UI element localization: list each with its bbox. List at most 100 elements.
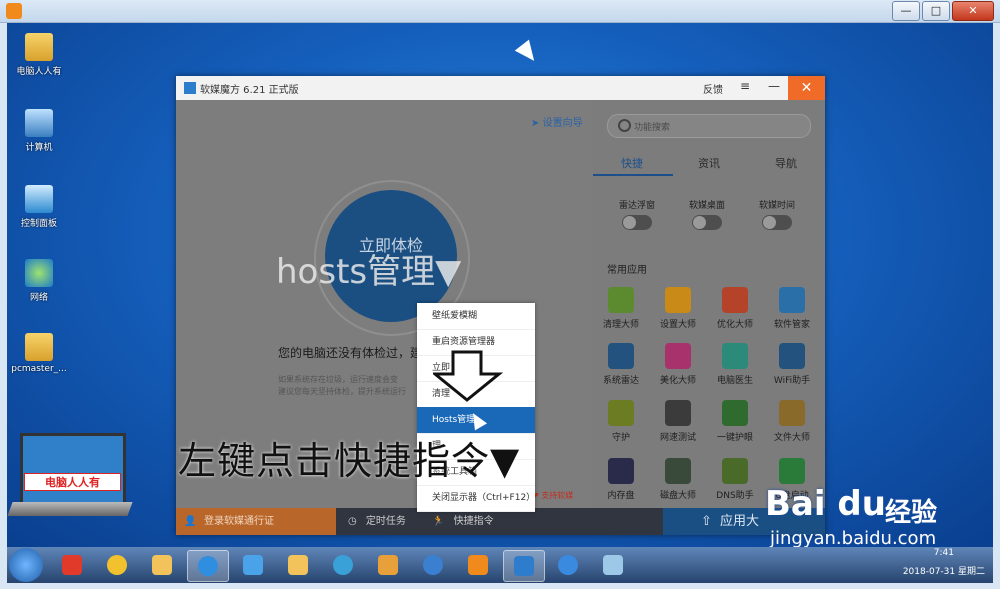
network-icon [25,259,53,287]
shield-icon [608,400,634,426]
eye-icon [722,400,748,426]
system-tray-clock[interactable]: 7:41 2018-07-31 星期二 [903,548,985,577]
magic-cube-icon [514,556,534,576]
app-eyecare[interactable]: 一键护眼 [707,400,763,443]
menu-item-turn-off-display[interactable]: 关闭显示器（Ctrl+F12） [417,485,535,512]
app-settings[interactable]: 设置大师 [650,287,706,330]
taskbar-item[interactable] [52,550,92,580]
wifi-icon [779,343,805,369]
player-icon [468,555,488,575]
ie-icon [558,555,578,575]
app-wifi[interactable]: WiFi助手 [764,343,820,386]
broom-icon [608,287,634,313]
desktop-icon-computer[interactable]: 计算机 [9,109,69,153]
clock-time: 7:41 [933,548,955,558]
laptop-logo: 电脑人人有 [7,433,133,521]
app-disk[interactable]: 磁盘大师 [650,458,706,501]
tab-underline [593,174,673,176]
toggle-label: 雷达浮窗 [618,201,655,211]
laptop-base [7,502,133,516]
taskbar-item[interactable] [97,550,137,580]
tab-quick[interactable]: 快捷 [621,155,643,171]
chip-icon [608,458,634,484]
app-label: 系统雷达 [602,376,639,386]
start-button[interactable] [9,548,43,582]
note-line: 建议您每天坚持体检，提升系统运行 [278,387,406,396]
minimize-button[interactable]: — [892,1,920,21]
folder-icon [152,555,172,575]
app-title: 软媒魔方 6.21 正式版 [200,85,299,96]
taskbar: 7:41 2018-07-31 星期二 [7,547,993,583]
taskbar-item[interactable] [548,550,588,580]
login-button[interactable]: 👤 登录软媒通行证 [176,508,336,535]
user-icon: 👤 [184,516,197,527]
tab-news[interactable]: 资讯 [698,155,720,171]
app-radar[interactable]: 系统雷达 [593,343,649,386]
mouse-cursor-icon [514,39,542,67]
gear-icon [665,287,691,313]
laptop-logo-text: 电脑人人有 [24,473,121,491]
taskbar-item[interactable] [458,550,498,580]
close-button[interactable]: ✕ [952,1,994,21]
disk-icon [665,458,691,484]
menu-icon[interactable]: ≡ [740,79,750,93]
app-speedtest[interactable]: 网速测试 [650,400,706,443]
laptop-screen [20,433,126,505]
app-label: 一键护眼 [716,433,753,443]
taskbar-item[interactable] [413,550,453,580]
app-dns[interactable]: DNS助手 [707,458,763,501]
right-panel: 功能搜索 快捷 资讯 导航 雷达浮窗 软媒桌面 软媒时间 常用应用 清理大师 设… [593,100,825,508]
desktop-icon-label: 控制面板 [20,219,57,229]
app-icon [198,556,218,576]
taskbar-item-active[interactable] [187,550,229,582]
taskbar-item[interactable] [278,550,318,580]
gauge-icon [665,400,691,426]
app-cleaner[interactable]: 清理大师 [593,287,649,330]
taskbar-item[interactable] [593,550,633,580]
timer-task-button[interactable]: ◷ 定时任务 [348,508,406,535]
section-title: 常用应用 [607,265,647,276]
app-label: 优化大师 [716,320,753,330]
maximize-button[interactable]: □ [922,1,950,21]
baidu-brand: Bai du [765,484,886,524]
player-app-icon [6,3,22,19]
app-optimizer[interactable]: 优化大师 [707,287,763,330]
app-ramdisk[interactable]: 内存盘 [593,458,649,501]
desktop-icon-control-panel[interactable]: 控制面板 [9,185,69,229]
app-close-button[interactable]: ✕ [788,76,825,100]
rocket-icon [722,287,748,313]
app-minimize-button[interactable]: — [768,79,780,93]
support-link[interactable]: ❤ 支持软媒 [532,490,573,501]
note-line: 如果系统存在垃圾，运行速度会变 [278,375,398,384]
taskbar-item[interactable] [142,550,182,580]
taskbar-item-active[interactable] [503,550,545,582]
search-input[interactable]: 功能搜索 [607,114,811,138]
feedback-link[interactable]: 反馈 [703,81,723,96]
taskbar-item[interactable] [323,550,363,580]
app-guard[interactable]: 守护 [593,400,649,443]
menu-item-wallpaper[interactable]: 壁纸爱模糊 [417,303,535,330]
desktop-toggle[interactable] [692,215,722,230]
menu-item-label: 重启资源管理器 [432,337,496,347]
app-label: 设置大师 [659,320,696,330]
app-software[interactable]: 软件管家 [764,287,820,330]
taskbar-item[interactable] [368,550,408,580]
desktop-icon-user-folder[interactable]: 电脑人人有 [9,33,69,77]
app-store-label: 应用大 [720,514,760,529]
tab-nav[interactable]: 导航 [775,155,797,171]
time-toggle[interactable] [762,215,792,230]
radar-toggle[interactable] [622,215,652,230]
app-beautify[interactable]: 美化大师 [650,343,706,386]
app-label: 磁盘大师 [659,491,696,501]
setup-guide-link[interactable]: ➤ 设置向导 [531,114,583,129]
menu-item-label: 关闭显示器（Ctrl+F12） [432,493,536,503]
control-panel-icon [25,185,53,213]
timer-label: 定时任务 [365,516,406,527]
quick-command-button[interactable]: 🏃 快捷指令 [432,508,494,535]
desktop-icon-pcmaster[interactable]: pcmaster_... [9,333,69,374]
taskbar-item[interactable] [233,550,273,580]
app-label: WiFi助手 [773,376,811,386]
app-files[interactable]: 文件大师 [764,400,820,443]
desktop-icon-network[interactable]: 网络 [9,259,69,303]
app-doctor[interactable]: 电脑医生 [707,343,763,386]
